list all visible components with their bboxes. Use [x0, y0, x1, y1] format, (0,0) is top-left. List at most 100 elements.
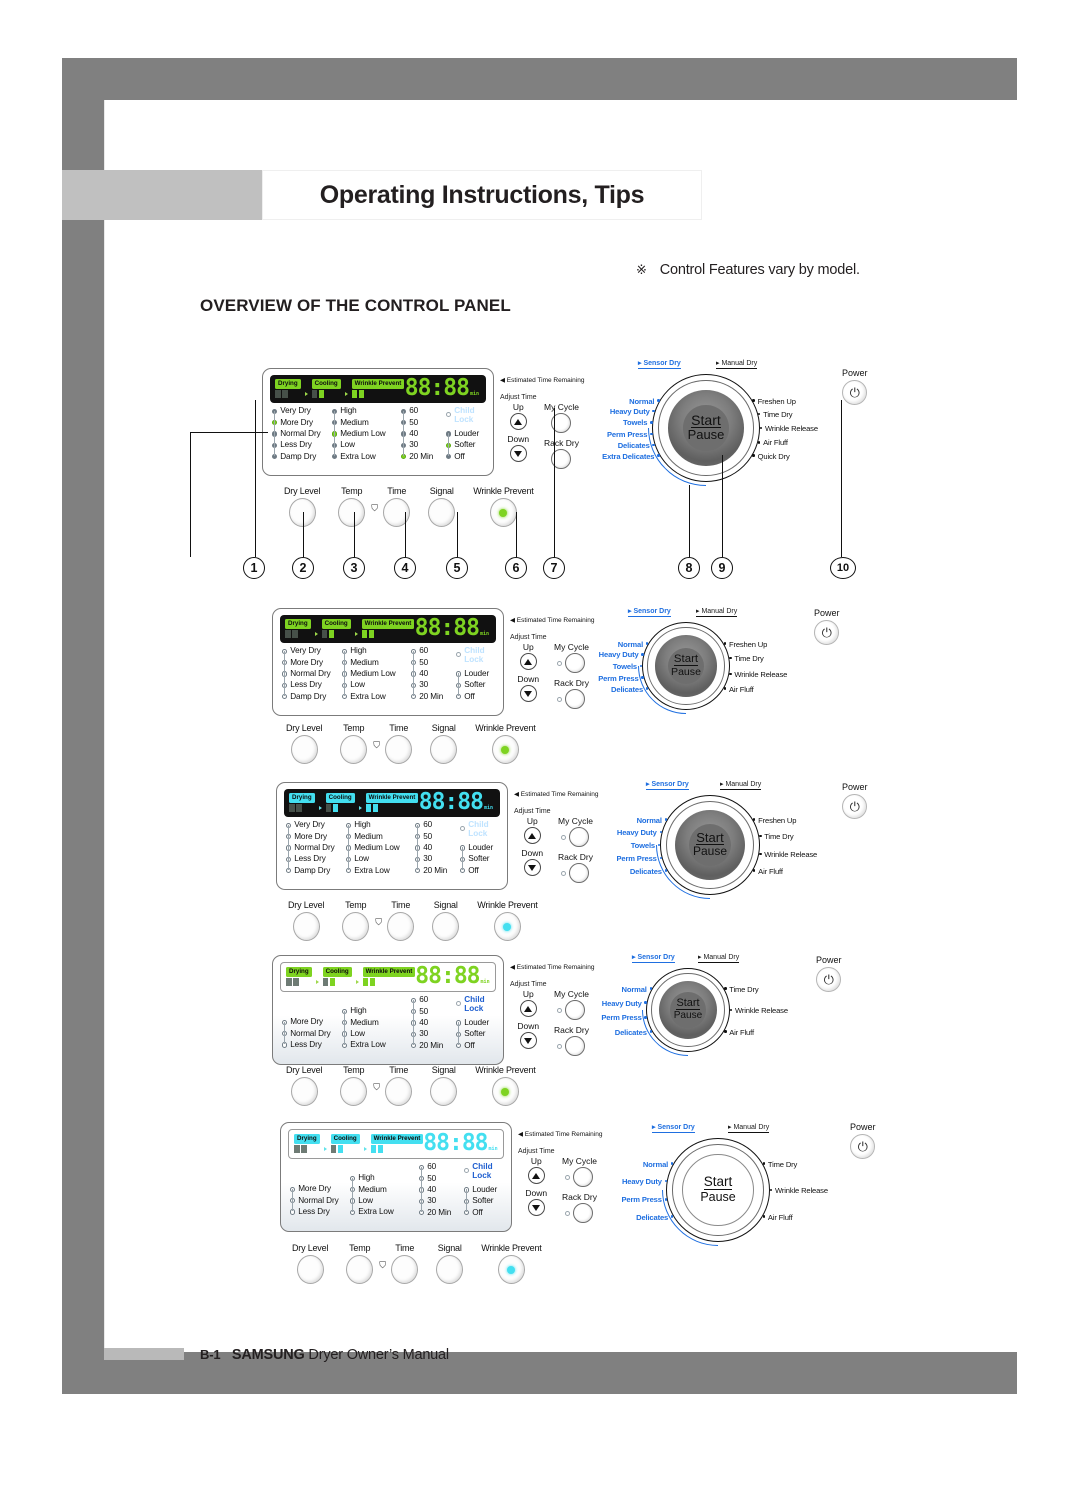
option-temp-0[interactable]: High [346, 820, 400, 831]
option-signal-1[interactable]: Softer [446, 440, 479, 451]
up-button[interactable] [519, 1000, 537, 1017]
option-temp-2[interactable]: Low [342, 1028, 386, 1039]
dial-option-normal[interactable]: Normal [622, 985, 647, 994]
dial-option-towels[interactable]: Towels [613, 662, 637, 671]
rack-dry-button[interactable] [573, 1203, 594, 1223]
option-dry-level-0[interactable]: More Dry [282, 1017, 331, 1028]
option-time-0[interactable]: 60 [401, 406, 433, 417]
option-signal-2[interactable]: Off [456, 691, 489, 702]
button-knob[interactable] [491, 1077, 519, 1106]
option-time-0[interactable]: 60 [411, 646, 443, 657]
option-temp-4[interactable]: Extra Low [342, 691, 396, 702]
child-lock-indicator[interactable]: Child Lock [460, 820, 500, 838]
dial-option-time-dry[interactable]: Time Dry [764, 832, 793, 841]
my-cycle-button[interactable] [573, 1167, 594, 1187]
dial-option-delicates[interactable]: Delicates [618, 441, 650, 450]
option-time-1[interactable]: 50 [419, 1173, 451, 1184]
option-time-3[interactable]: 30 [415, 854, 447, 865]
option-time-2[interactable]: 40 [415, 842, 447, 853]
option-time-4[interactable]: 20 Min [411, 691, 443, 702]
dial-option-normal[interactable]: Normal [618, 640, 643, 649]
button-knob[interactable] [497, 1255, 525, 1284]
button-knob[interactable] [385, 1077, 413, 1106]
dial-option-perm-press[interactable]: Perm Press [622, 1195, 662, 1204]
button-knob[interactable] [428, 498, 456, 527]
button-knob[interactable] [296, 1255, 324, 1284]
option-time-2[interactable]: 40 [419, 1184, 451, 1195]
dial-option-heavy-duty[interactable]: Heavy Duty [599, 650, 639, 659]
dial-option-time-dry[interactable]: Time Dry [763, 410, 792, 419]
option-signal-1[interactable]: Softer [456, 1029, 489, 1040]
option-time-2[interactable]: 40 [411, 1017, 443, 1028]
option-time-3[interactable]: 30 [401, 440, 433, 451]
option-dry-level-3[interactable]: Less Dry [282, 680, 331, 691]
down-button[interactable] [519, 685, 537, 702]
child-lock-indicator[interactable]: Child Lock [464, 1162, 504, 1180]
power-button[interactable]: ⏻ [842, 380, 868, 405]
option-time-0[interactable]: 60 [419, 1162, 451, 1173]
option-dry-level-2[interactable]: Less Dry [290, 1206, 339, 1217]
option-signal-0[interactable]: Louder [460, 842, 493, 853]
option-signal-1[interactable]: Softer [456, 680, 489, 691]
option-signal-1[interactable]: Softer [464, 1196, 497, 1207]
button-knob[interactable] [383, 498, 411, 527]
option-time-0[interactable]: 60 [415, 820, 447, 831]
dial-option-delicates[interactable]: Delicates [630, 867, 662, 876]
dial-option-air-fluff[interactable]: Air Fluff [763, 438, 788, 447]
option-dry-level-1[interactable]: More Dry [286, 831, 335, 842]
button-knob[interactable] [290, 735, 318, 764]
option-time-1[interactable]: 50 [401, 417, 433, 428]
button-knob[interactable] [290, 1077, 318, 1106]
dial-option-normal[interactable]: Normal [643, 1160, 668, 1169]
option-dry-level-2[interactable]: Normal Dry [272, 428, 321, 439]
button-knob[interactable] [346, 1255, 374, 1284]
option-dry-level-4[interactable]: Damp Dry [286, 865, 335, 876]
dial-option-perm-press[interactable]: Perm Press [616, 854, 656, 863]
option-dry-level-0[interactable]: Very Dry [282, 646, 331, 657]
option-temp-3[interactable]: Low [346, 854, 400, 865]
button-knob[interactable] [387, 912, 415, 941]
option-temp-0[interactable]: High [342, 1006, 386, 1017]
option-dry-level-3[interactable]: Less Dry [272, 440, 321, 451]
child-lock-indicator[interactable]: Child Lock [446, 406, 486, 424]
dial-option-heavy-duty[interactable]: Heavy Duty [617, 828, 657, 837]
dial-option-wrinkle-release[interactable]: Wrinkle Release [764, 850, 817, 859]
option-time-3[interactable]: 30 [411, 680, 443, 691]
dial-option-quick-dry[interactable]: Quick Dry [758, 452, 790, 461]
option-dry-level-1[interactable]: Normal Dry [282, 1028, 331, 1039]
rack-dry-button[interactable] [569, 863, 590, 883]
option-signal-0[interactable]: Louder [446, 428, 479, 439]
option-temp-0[interactable]: High [332, 406, 386, 417]
option-temp-2[interactable]: Low [350, 1195, 394, 1206]
child-lock-indicator[interactable]: Child Lock [456, 646, 496, 664]
up-button[interactable] [509, 413, 527, 430]
child-lock-indicator[interactable]: Child Lock [456, 995, 496, 1013]
option-temp-2[interactable]: Medium Low [346, 842, 400, 853]
down-button[interactable] [523, 859, 541, 876]
dial-option-air-fluff[interactable]: Air Fluff [729, 1028, 754, 1037]
button-knob[interactable] [491, 735, 519, 764]
option-dry-level-2[interactable]: Less Dry [282, 1039, 331, 1050]
dial-option-towels[interactable]: Towels [631, 841, 655, 850]
option-dry-level-2[interactable]: Normal Dry [282, 668, 331, 679]
button-knob[interactable] [436, 1255, 464, 1284]
button-knob[interactable] [340, 735, 368, 764]
dial-option-extra-delicates[interactable]: Extra Delicates [602, 452, 654, 461]
option-temp-1[interactable]: Medium [342, 1017, 386, 1028]
up-button[interactable] [523, 827, 541, 844]
option-time-3[interactable]: 30 [411, 1029, 443, 1040]
option-temp-1[interactable]: Medium [342, 657, 396, 668]
button-knob[interactable] [432, 912, 460, 941]
dial-option-towels[interactable]: Towels [623, 418, 647, 427]
rack-dry-button[interactable] [565, 1036, 586, 1056]
option-time-1[interactable]: 50 [411, 657, 443, 668]
button-knob[interactable] [292, 912, 320, 941]
power-button[interactable]: ⏻ [842, 794, 868, 819]
button-knob[interactable] [489, 498, 517, 527]
dial-option-wrinkle-release[interactable]: Wrinkle Release [775, 1186, 828, 1195]
dial-option-delicates[interactable]: Delicates [636, 1213, 668, 1222]
dial-option-normal[interactable]: Normal [637, 816, 662, 825]
power-button[interactable]: ⏻ [816, 967, 842, 992]
button-knob[interactable] [385, 735, 413, 764]
option-time-1[interactable]: 50 [415, 831, 447, 842]
